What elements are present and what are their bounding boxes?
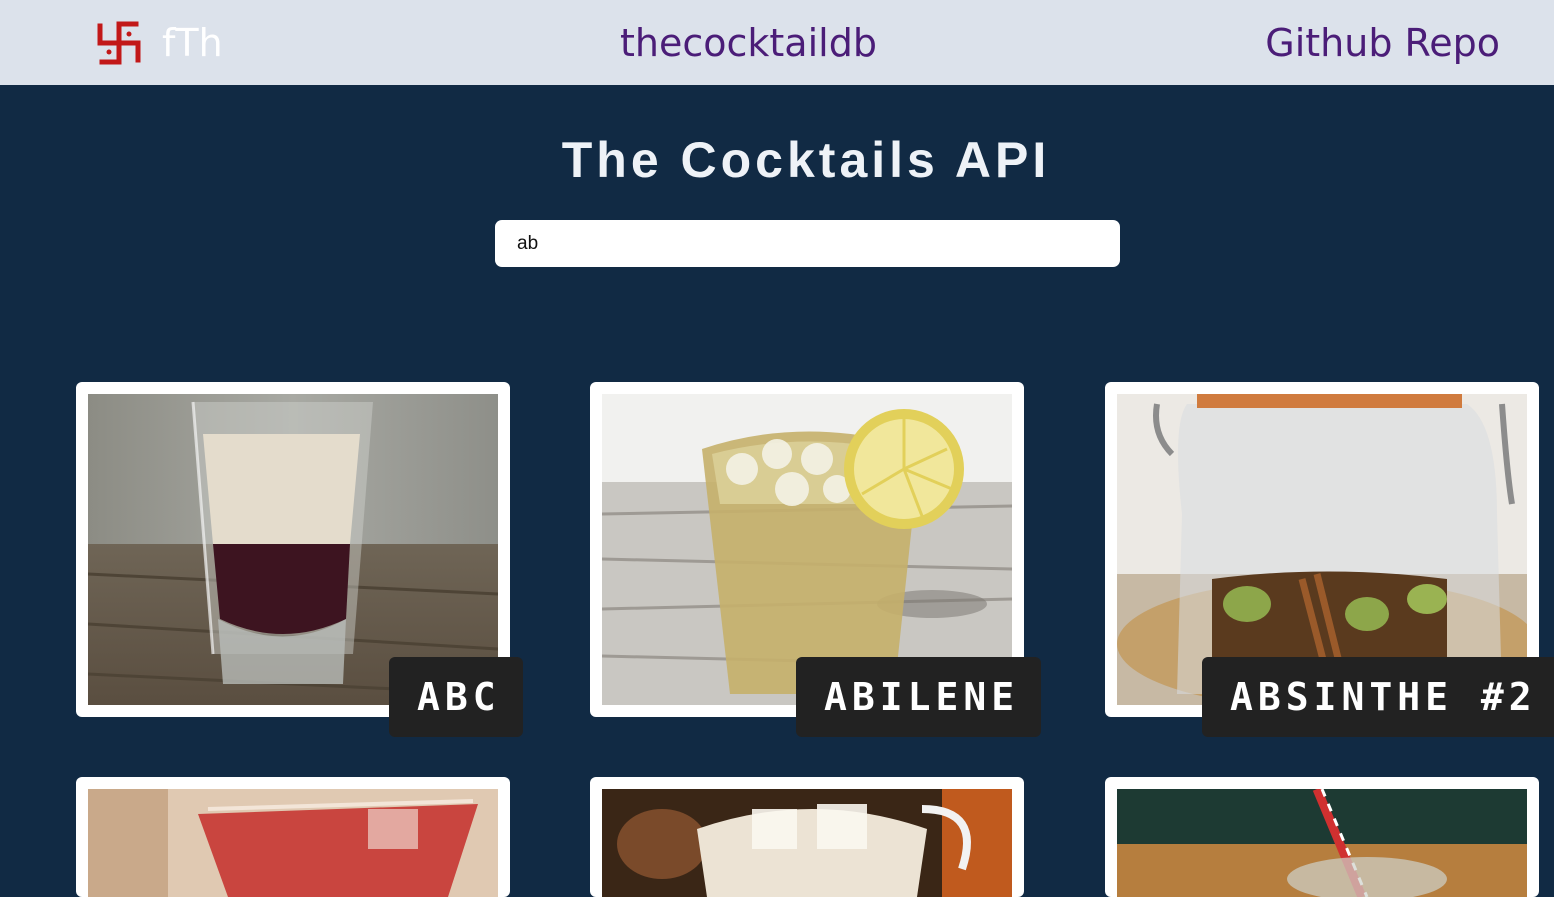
cocktail-name-abc[interactable]: ABC <box>389 657 523 737</box>
cocktail-card[interactable] <box>76 777 510 897</box>
swastika-logo-icon[interactable] <box>96 20 142 66</box>
logo-text: fTh <box>162 21 223 65</box>
cocktail-image[interactable] <box>88 789 498 897</box>
thecocktaildb-link[interactable]: thecocktaildb <box>620 18 877 68</box>
cocktail-image[interactable] <box>602 789 1012 897</box>
cocktail-card-absinthe-2[interactable]: ABSINTHE #2 <box>1105 382 1554 737</box>
search-input[interactable] <box>495 220 1120 267</box>
cocktail-name-abilene[interactable]: ABILENE <box>796 657 1042 737</box>
cocktail-image[interactable] <box>1117 789 1527 897</box>
cocktail-card-abc[interactable]: ABC <box>76 382 523 737</box>
page-title: The Cocktails API <box>561 132 1051 188</box>
cocktail-card-abilene[interactable]: ABILENE <box>590 382 1042 737</box>
github-repo-link[interactable]: Github Repo <box>1265 18 1500 68</box>
navbar: fTh thecocktaildb Github Repo <box>0 0 1554 85</box>
cocktail-card[interactable] <box>590 777 1024 897</box>
cocktail-name-absinthe-2[interactable]: ABSINTHE #2 <box>1202 657 1554 737</box>
cocktail-card[interactable] <box>1105 777 1539 897</box>
